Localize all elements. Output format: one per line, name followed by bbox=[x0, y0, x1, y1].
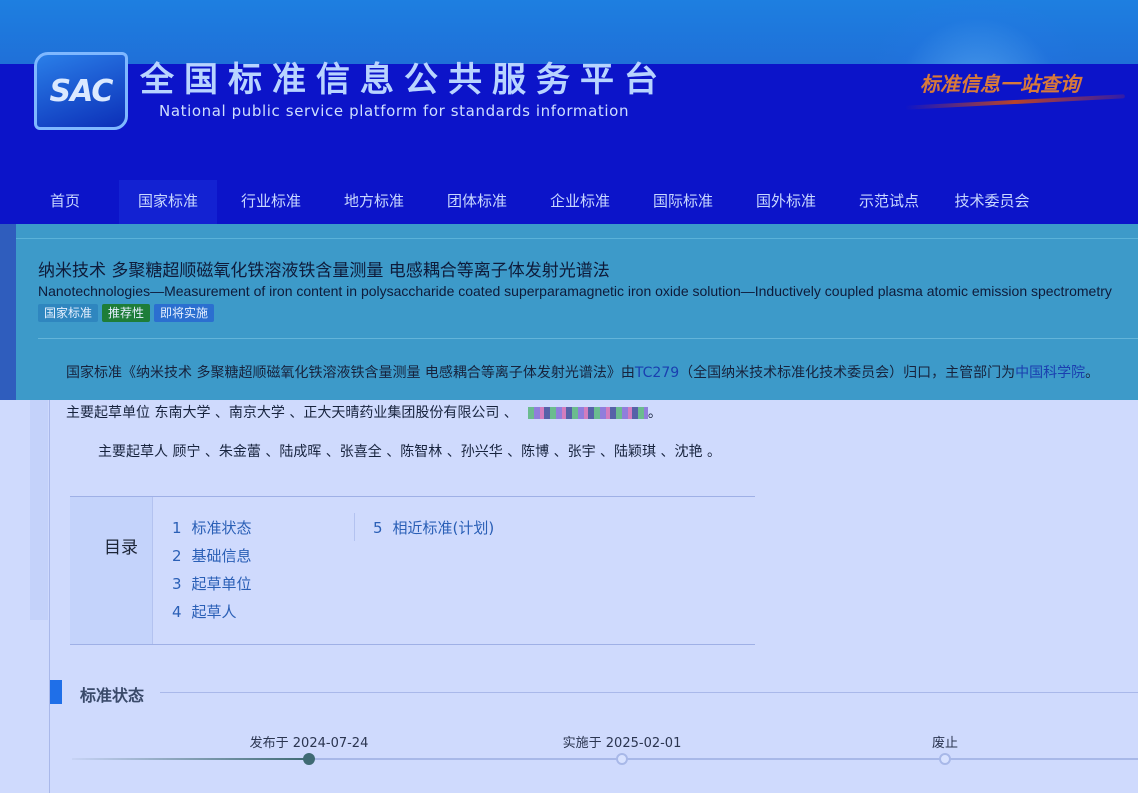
info-prefix: 国家标准《纳米技术 多聚糖超顺磁氧化铁溶液铁含量测量 电感耦合等离子体发射光谱法… bbox=[66, 365, 635, 381]
dept-link[interactable]: 中国科学院 bbox=[1015, 365, 1085, 381]
timeline-label-published: 发布于 2024-07-24 bbox=[249, 736, 369, 751]
standard-title-cn: 纳米技术 多聚糖超顺磁氧化铁溶液铁含量测量 电感耦合等离子体发射光谱法 bbox=[38, 261, 610, 281]
toc-label: 起草单位 bbox=[191, 575, 252, 593]
tc-name: （全国纳米技术标准化技术委员会）归口，主管部门为 bbox=[679, 365, 1016, 381]
section-title-status: 标准状态 bbox=[80, 686, 145, 705]
badge-upcoming: 即将实施 bbox=[154, 304, 215, 322]
nav-item-industry[interactable]: 行业标准 bbox=[222, 180, 320, 224]
toc-item-similar-standards[interactable]: 5 相近标准(计划) bbox=[373, 517, 494, 538]
toc-num: 2 bbox=[172, 547, 182, 565]
drafting-units-end: 。 bbox=[647, 405, 662, 421]
dept-end: 。 bbox=[1085, 365, 1100, 381]
logo-text: SAC bbox=[49, 73, 114, 109]
toc-column-divider bbox=[354, 513, 355, 541]
toc-num: 5 bbox=[373, 519, 383, 537]
section-rule bbox=[160, 692, 1138, 693]
toc-num: 3 bbox=[172, 575, 182, 593]
nav-item-pilot[interactable]: 示范试点 bbox=[840, 180, 938, 224]
title-divider bbox=[38, 338, 1138, 339]
site-title: 全国标准信息公共服务平台 bbox=[140, 60, 668, 100]
info-governance: 国家标准《纳米技术 多聚糖超顺磁氧化铁溶液铁含量测量 电感耦合等离子体发射光谱法… bbox=[66, 362, 1099, 382]
badge-recommended: 推荐性 bbox=[102, 304, 151, 322]
nav-item-group[interactable]: 团体标准 bbox=[428, 180, 526, 224]
info-drafting-units: 主要起草单位 东南大学 、南京大学 、正大天晴药业集团股份有限公司 、 。 bbox=[66, 402, 662, 422]
left-side-strip bbox=[0, 224, 16, 400]
main-nav: 首页 国家标准 行业标准 地方标准 团体标准 企业标准 国际标准 国外标准 示范… bbox=[0, 180, 1138, 224]
nav-item-foreign[interactable]: 国外标准 bbox=[737, 180, 835, 224]
toc-num: 1 bbox=[172, 519, 182, 537]
toc-num: 4 bbox=[172, 603, 182, 621]
timeline-dot-effective bbox=[616, 753, 628, 765]
tc-link[interactable]: TC279 bbox=[635, 365, 679, 381]
badge-national: 国家标准 bbox=[38, 304, 99, 322]
standard-badges: 国家标准 推荐性 即将实施 bbox=[38, 304, 215, 322]
garbled-text-artifact bbox=[527, 407, 648, 419]
nav-item-home[interactable]: 首页 bbox=[30, 180, 100, 224]
toc-item-status[interactable]: 1 标准状态 bbox=[172, 517, 252, 538]
left-scroll-strip bbox=[30, 400, 48, 620]
toc-label: 相近标准(计划) bbox=[392, 519, 495, 537]
drafting-units-text: 主要起草单位 东南大学 、南京大学 、正大天晴药业集团股份有限公司 、 bbox=[66, 405, 518, 421]
table-of-contents: 目录 1 标准状态 2 基础信息 3 起草单位 4 起草人 5 相近标准(计划) bbox=[70, 496, 755, 645]
site-header: SAC 全国标准信息公共服务平台 National public service… bbox=[0, 0, 1138, 224]
timeline-progress bbox=[72, 758, 309, 760]
panel-top-rule bbox=[16, 238, 1138, 239]
toc-heading: 目录 bbox=[104, 538, 138, 558]
sac-logo[interactable]: SAC bbox=[34, 52, 128, 130]
toc-item-drafting-units[interactable]: 3 起草单位 bbox=[172, 573, 252, 594]
toc-item-drafters[interactable]: 4 起草人 bbox=[172, 601, 237, 622]
timeline-label-abolished: 废止 bbox=[931, 736, 959, 751]
site-subtitle: National public service platform for sta… bbox=[159, 102, 630, 120]
toc-item-basic-info[interactable]: 2 基础信息 bbox=[172, 545, 252, 566]
nav-item-local[interactable]: 地方标准 bbox=[325, 180, 423, 224]
nav-item-enterprise[interactable]: 企业标准 bbox=[531, 180, 629, 224]
toc-label: 起草人 bbox=[191, 603, 237, 621]
nav-item-committee[interactable]: 技术委员会 bbox=[942, 180, 1042, 224]
nav-item-national[interactable]: 国家标准 bbox=[119, 180, 217, 224]
nav-item-international[interactable]: 国际标准 bbox=[634, 180, 732, 224]
toc-heading-cell: 目录 bbox=[70, 497, 153, 644]
timeline-label-effective: 实施于 2025-02-01 bbox=[562, 736, 682, 751]
content-left-rule bbox=[49, 400, 50, 793]
info-drafters: 主要起草人 顾宁 、朱金蕾 、陆成晖 、张喜全 、陈智林 、孙兴华 、陈博 、张… bbox=[98, 444, 721, 460]
slogan: 标准信息一站查询 bbox=[920, 72, 1080, 96]
section-marker bbox=[50, 680, 62, 704]
timeline-dot-published bbox=[303, 753, 315, 765]
toc-label: 基础信息 bbox=[191, 547, 252, 565]
toc-label: 标准状态 bbox=[191, 519, 252, 537]
standard-title-en: Nanotechnologies—Measurement of iron con… bbox=[38, 283, 1112, 299]
timeline-dot-abolished bbox=[939, 753, 951, 765]
